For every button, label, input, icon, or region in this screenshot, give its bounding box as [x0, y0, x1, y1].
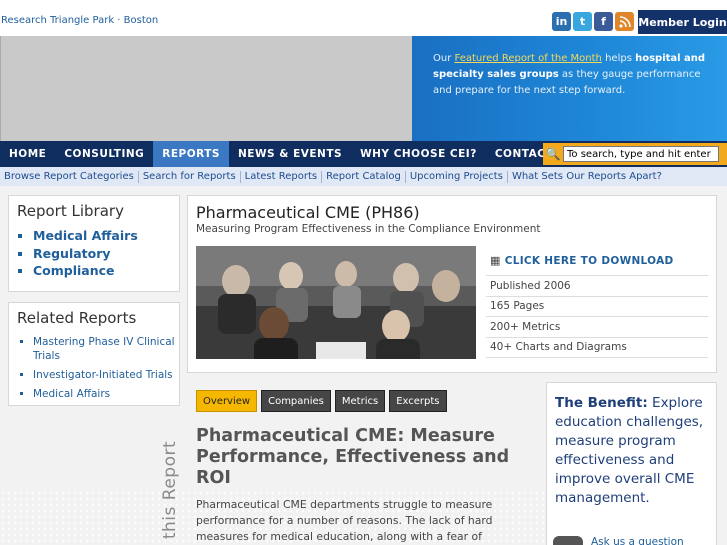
location-text: Research Triangle Park · Boston [1, 15, 159, 26]
report-title: Pharmaceutical CME (PH86) [196, 203, 420, 222]
article-body: Pharmaceutical CME departments struggle … [196, 498, 493, 543]
report-meta: ▦ CLICK HERE TO DOWNLOAD Published 2006 … [486, 246, 708, 358]
subnav-what-sets-apart[interactable]: What Sets Our Reports Apart? [508, 171, 666, 183]
featured-report-text: Our Featured Report of the Month helps h… [433, 53, 706, 96]
related-reports-panel: Related Reports Mastering Phase IV Clini… [8, 302, 180, 406]
search-box: 🔍 [543, 143, 727, 165]
tab-companies[interactable]: Companies [261, 390, 331, 412]
social-links: in t f [552, 12, 634, 31]
member-login-button[interactable]: Member Login [638, 10, 727, 34]
featured-report-promo: Our Featured Report of the Month helps h… [412, 36, 727, 141]
related-reports-title: Related Reports [17, 309, 137, 327]
report-summary-panel: Pharmaceutical CME (PH86) Measuring Prog… [187, 195, 717, 373]
meta-published: Published 2006 [486, 276, 708, 297]
related-item-medical-affairs[interactable]: Medical Affairs [33, 387, 179, 401]
subnav-browse-categories[interactable]: Browse Report Categories [0, 170, 139, 183]
nav-reports[interactable]: REPORTS [153, 141, 229, 167]
top-bar: Research Triangle Park · Boston in t f M… [0, 0, 727, 36]
download-link[interactable]: ▦ CLICK HERE TO DOWNLOAD [486, 246, 708, 276]
nav-home[interactable]: HOME [0, 141, 55, 167]
report-tabs: Overview Companies Metrics Excerpts [196, 390, 447, 412]
hero-banner: Our Featured Report of the Month helps h… [0, 36, 727, 141]
nav-news-events[interactable]: NEWS & EVENTS [229, 141, 351, 167]
report-library-panel: Report Library Medical Affairs Regulator… [8, 195, 180, 292]
twitter-icon[interactable]: t [573, 12, 592, 31]
ask-question-link[interactable]: Ask us a question [553, 536, 684, 545]
download-label: CLICK HERE TO DOWNLOAD [504, 254, 674, 267]
subnav-upcoming-projects[interactable]: Upcoming Projects [406, 170, 508, 183]
meta-pages: 165 Pages [486, 297, 708, 317]
report-photo [196, 246, 476, 359]
report-subtitle: Measuring Program Effectiveness in the C… [196, 223, 541, 235]
meta-metrics: 200+ Metrics [486, 317, 708, 338]
subnav-latest-reports[interactable]: Latest Reports [241, 170, 323, 183]
nav-why-choose[interactable]: WHY CHOOSE CEI? [351, 141, 486, 167]
main-nav: HOME CONSULTING REPORTS NEWS & EVENTS WH… [0, 141, 727, 167]
tab-metrics[interactable]: Metrics [334, 390, 386, 412]
report-library-title: Report Library [17, 202, 124, 220]
search-icon[interactable]: 🔍 [543, 147, 563, 161]
vertical-label: this Report [160, 440, 181, 540]
ask-question-label: Ask us a question [591, 536, 684, 545]
library-item-compliance[interactable]: Compliance [33, 262, 138, 280]
meta-charts: 40+ Charts and Diagrams [486, 338, 708, 358]
related-item-phase-iv[interactable]: Mastering Phase IV Clinical Trials [33, 335, 179, 363]
nav-consulting[interactable]: CONSULTING [55, 141, 153, 167]
library-item-regulatory[interactable]: Regulatory [33, 245, 138, 263]
hero-image-placeholder [0, 36, 412, 141]
benefit-lead: The Benefit: [555, 395, 648, 411]
document-icon: ▦ [490, 254, 501, 267]
linkedin-icon[interactable]: in [552, 12, 571, 31]
reports-subnav: Browse Report Categories Search for Repo… [0, 167, 727, 186]
related-reports-list: Mastering Phase IV Clinical Trials Inves… [33, 335, 179, 406]
benefit-text: The Benefit: Explore education challenge… [555, 395, 704, 506]
library-item-medical-affairs[interactable]: Medical Affairs [33, 227, 138, 245]
subnav-search-reports[interactable]: Search for Reports [139, 170, 241, 183]
benefit-panel: The Benefit: Explore education challenge… [546, 382, 717, 545]
subnav-report-catalog[interactable]: Report Catalog [322, 170, 406, 183]
tab-overview[interactable]: Overview [196, 390, 258, 412]
search-input[interactable] [563, 146, 719, 162]
rss-icon[interactable] [615, 12, 634, 31]
featured-report-link[interactable]: Featured Report of the Month [455, 53, 602, 64]
speech-bubble-icon [553, 536, 583, 545]
facebook-icon[interactable]: f [594, 12, 613, 31]
related-item-investigator[interactable]: Investigator-Initiated Trials [33, 368, 179, 382]
tab-excerpts[interactable]: Excerpts [389, 390, 447, 412]
report-library-list: Medical Affairs Regulatory Compliance [33, 227, 138, 280]
article-title: Pharmaceutical CME: Measure Performance,… [196, 426, 510, 488]
